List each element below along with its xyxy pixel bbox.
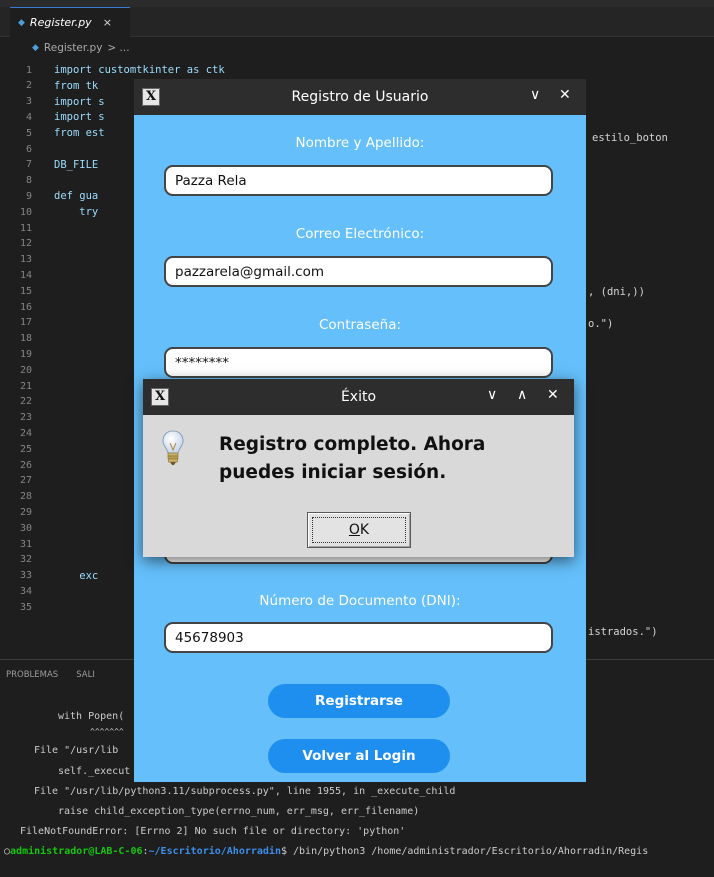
line-number: 25: [19, 443, 32, 455]
tab-output[interactable]: SALI: [76, 670, 95, 680]
line-number: 10: [19, 206, 32, 218]
code-text: import s: [54, 95, 105, 108]
line-number: 2: [25, 80, 32, 92]
close-button[interactable]: ✕: [559, 87, 571, 103]
line-number: 7: [25, 159, 32, 171]
ok-mnemonic: O: [348, 522, 360, 538]
line-number: 34: [19, 585, 32, 597]
success-dialog: X Éxito ∨ ∧ ✕ Registro completo. Ahora p…: [143, 379, 574, 557]
dialog-title: Éxito: [340, 389, 377, 405]
minimize-button[interactable]: ∨: [530, 87, 540, 103]
line-number: 18: [19, 333, 32, 345]
breadcrumb-file[interactable]: Register.py: [44, 42, 102, 54]
terminal-line: with Popen(: [58, 711, 125, 722]
register-window-titlebar[interactable]: X Registro de Usuario ∨ ✕: [134, 79, 586, 115]
dni-label: Número de Documento (DNI):: [259, 593, 461, 609]
line-number: 19: [19, 348, 32, 360]
line-number: 31: [19, 538, 32, 550]
code-line[interactable]: 1 import customtkinter as ctk: [0, 62, 714, 78]
dialog-titlebar[interactable]: X Éxito ∨ ∧ ✕: [143, 379, 574, 415]
terminal-line: File "/usr/lib: [34, 745, 119, 756]
code-text: import customtkinter as ctk: [54, 64, 225, 76]
line-number: 1: [25, 64, 32, 76]
line-number: 29: [19, 506, 32, 518]
line-number: 20: [19, 364, 32, 376]
prompt-path: ~/Escritorio/Ahorradin: [148, 846, 281, 857]
prompt-command: $ /bin/python3 /home/administrador/Escri…: [280, 846, 649, 857]
ok-button-focus-ring: OK: [312, 517, 406, 543]
code-text: from est: [54, 127, 105, 140]
terminal-line: raise child_exception_type(errno_num, er…: [58, 806, 420, 817]
prompt-user: administrador@LAB-C-06: [10, 846, 143, 857]
breadcrumb: ◆ Register.py > ...: [0, 37, 714, 59]
close-button[interactable]: ✕: [547, 387, 559, 403]
maximize-button[interactable]: ∧: [517, 387, 527, 403]
python-file-icon: ◆: [18, 17, 25, 28]
ok-label-rest: K: [359, 522, 370, 538]
email-label: Correo Electrónico:: [295, 226, 425, 242]
tab-label: Register.py: [29, 16, 92, 29]
terminal-line: ^^^^^^^: [90, 727, 124, 736]
email-input[interactable]: pazzarela@gmail.com: [164, 256, 553, 287]
line-number: 6: [25, 143, 32, 155]
line-number: 13: [19, 254, 32, 266]
line-number: 33: [19, 570, 32, 582]
line-number: 4: [25, 111, 32, 123]
terminal-line: File "/usr/lib/python3.11/subprocess.py"…: [34, 786, 456, 797]
password-input[interactable]: ********: [164, 347, 553, 378]
line-number: 9: [25, 190, 32, 202]
tab-register-py[interactable]: ◆ Register.py ×: [10, 7, 130, 37]
tab-problems[interactable]: PROBLEMAS: [6, 670, 58, 680]
window-titlebar-strip: [0, 0, 714, 7]
terminal-line: self._execut: [58, 766, 131, 777]
ok-button[interactable]: OK: [307, 512, 411, 548]
code-fragment-line16: o."): [588, 318, 614, 330]
editor-tab-bar: ◆ Register.py ×: [0, 7, 714, 37]
line-number: 17: [19, 317, 32, 329]
lightbulb-icon: [162, 430, 184, 465]
password-label: Contraseña:: [318, 317, 402, 333]
line-number: 3: [25, 96, 32, 108]
breadcrumb-rest[interactable]: > ...: [107, 42, 129, 54]
code-text: def gua: [54, 190, 99, 203]
name-input[interactable]: Pazza Rela: [164, 165, 553, 196]
line-number: 24: [19, 427, 32, 439]
terminal-prompt[interactable]: ○administrador@LAB-C-06:~/Escritorio/Aho…: [4, 846, 648, 857]
dni-input[interactable]: 45678903: [164, 622, 553, 653]
code-fragment-line5: estilo_boton: [592, 132, 668, 144]
line-number: 27: [19, 475, 32, 487]
register-window-title: Registro de Usuario: [291, 89, 429, 105]
code-text: import s: [54, 111, 105, 124]
code-fragment-line14: , (dni,)): [588, 286, 645, 298]
line-number: 5: [25, 127, 32, 139]
line-number: 12: [19, 238, 32, 250]
back-to-login-button[interactable]: Volver al Login: [268, 739, 450, 773]
code-text: from tk: [54, 79, 99, 92]
line-number: 28: [19, 491, 32, 503]
python-file-icon: ◆: [32, 43, 39, 53]
dialog-body: Registro completo. Ahora puedes iniciar …: [143, 415, 574, 557]
register-button[interactable]: Registrarse: [268, 684, 450, 718]
dialog-message: Registro completo. Ahora puedes iniciar …: [219, 434, 486, 483]
code-text: try: [54, 206, 99, 219]
code-fragment-line34: istrados."): [588, 626, 658, 638]
tab-close-icon[interactable]: ×: [103, 16, 112, 29]
line-number: 26: [19, 459, 32, 471]
line-number: 23: [19, 412, 32, 424]
name-label: Nombre y Apellido:: [295, 135, 425, 151]
line-number: 32: [19, 554, 32, 566]
code-text: DB_FILE: [54, 158, 99, 171]
terminal-line: FileNotFoundError: [Errno 2] No such fil…: [20, 826, 406, 837]
line-number: 14: [19, 269, 32, 281]
line-number: 22: [19, 396, 32, 408]
line-number: 21: [19, 380, 32, 392]
line-number: 30: [19, 522, 32, 534]
line-number: 16: [19, 301, 32, 313]
line-number: 15: [19, 285, 32, 297]
line-number: 11: [19, 222, 32, 234]
line-number: 8: [25, 175, 32, 187]
code-text: exc: [54, 569, 99, 582]
line-number: 35: [19, 601, 32, 613]
minimize-button[interactable]: ∨: [487, 387, 497, 403]
